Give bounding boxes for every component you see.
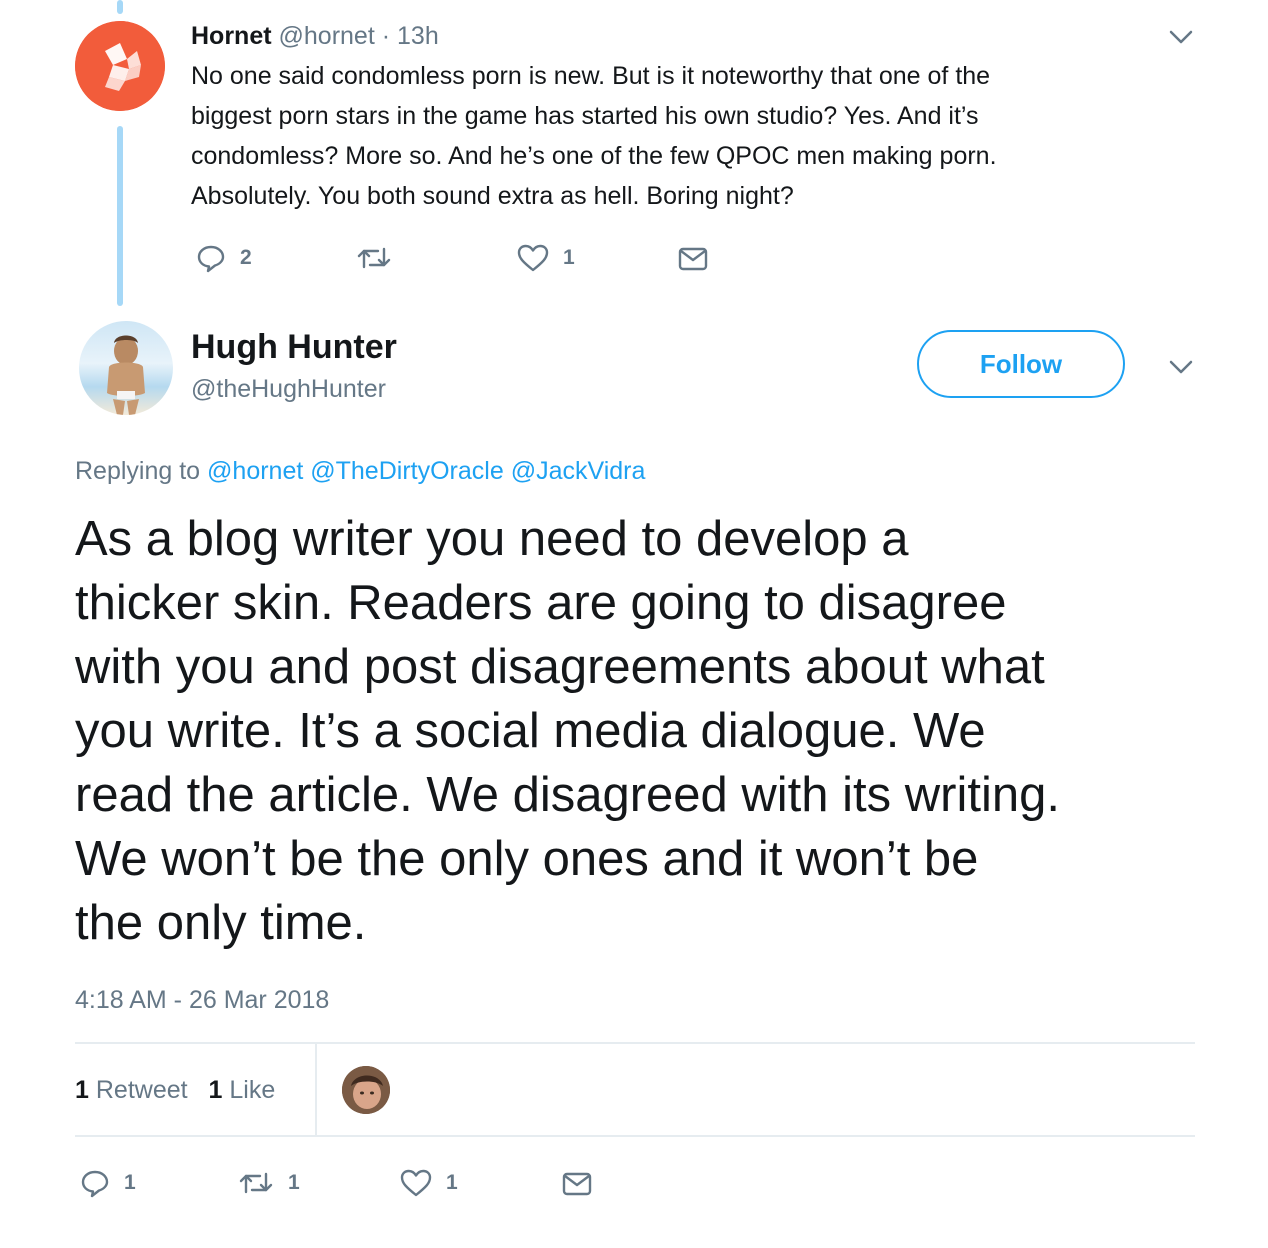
parent-tweet-line: biggest porn stars in the game has start… xyxy=(191,102,979,130)
parent-like-count: 1 xyxy=(563,246,575,269)
tweet-timestamp[interactable]: 4:18 AM - 26 Mar 2018 xyxy=(75,983,329,1017)
hugh-hunter-avatar[interactable] xyxy=(79,321,173,415)
chevron-down-icon xyxy=(1169,30,1193,44)
main-author-handle[interactable]: @theHughHunter xyxy=(191,372,386,406)
reply-icon xyxy=(197,245,225,273)
likes-label: Like xyxy=(229,1076,276,1104)
retweets-count: 1 xyxy=(75,1076,89,1104)
likes-stat[interactable]: 1 Like xyxy=(209,1076,276,1104)
parent-author-handle[interactable]: @hornet xyxy=(279,22,375,50)
main-tweet-line: We won’t be the only ones and it won’t b… xyxy=(75,832,979,886)
replying-to: Replying to @hornet @TheDirtyOracle @Jac… xyxy=(75,454,645,488)
main-retweet-count: 1 xyxy=(288,1171,300,1194)
liker-avatar[interactable] xyxy=(342,1066,390,1114)
main-tweet-line: thicker skin. Readers are going to disag… xyxy=(75,576,1007,630)
parent-retweet-button[interactable] xyxy=(356,243,406,273)
profile-photo-icon xyxy=(107,335,145,415)
likes-count: 1 xyxy=(208,1076,223,1104)
main-retweet-button[interactable]: 1 xyxy=(238,1168,300,1198)
reply-icon xyxy=(81,1170,109,1198)
parent-tweet-header: Hornet @hornet · 13h xyxy=(191,19,439,53)
parent-dm-button[interactable] xyxy=(678,245,708,273)
main-dm-button[interactable] xyxy=(562,1170,592,1198)
main-tweet-menu-button[interactable] xyxy=(1168,358,1194,376)
parent-like-button[interactable]: 1 xyxy=(517,243,575,273)
mention-link[interactable]: @TheDirtyOracle xyxy=(310,457,503,485)
dm-icon xyxy=(678,247,708,271)
main-tweet-line: with you and post disagreements about wh… xyxy=(75,640,1045,694)
like-icon xyxy=(517,244,549,272)
parent-tweet-time[interactable]: 13h xyxy=(397,22,439,50)
parent-tweet-line: condomless? More so. And he’s one of the… xyxy=(191,142,997,170)
parent-tweet-menu-button[interactable] xyxy=(1168,28,1194,46)
main-tweet-line: As a blog writer you need to develop a xyxy=(75,512,909,566)
chevron-down-icon xyxy=(1169,360,1193,374)
main-like-button[interactable]: 1 xyxy=(400,1168,458,1198)
parent-reply-button[interactable]: 2 xyxy=(196,243,252,273)
header-separator: · xyxy=(381,22,391,50)
thread-line xyxy=(117,126,123,306)
stats-divider-bottom xyxy=(75,1135,1195,1137)
parent-tweet-text: No one said condomless porn is new. But … xyxy=(191,56,997,216)
retweets-stat[interactable]: 1 Retweet xyxy=(75,1076,195,1104)
main-author-name[interactable]: Hugh Hunter xyxy=(191,327,397,367)
mention-link[interactable]: @hornet xyxy=(207,457,303,485)
main-tweet-line: the only time. xyxy=(75,896,367,950)
main-reply-button[interactable]: 1 xyxy=(80,1168,136,1198)
main-tweet-line: you write. It’s a social media dialogue.… xyxy=(75,704,986,758)
hornet-logo-icon xyxy=(75,21,165,111)
parent-reply-count: 2 xyxy=(240,246,252,269)
parent-tweet-line: No one said condomless porn is new. But … xyxy=(191,62,991,90)
main-tweet-line: read the article. We disagreed with its … xyxy=(75,768,1060,822)
retweet-icon xyxy=(239,1172,273,1194)
parent-author-name[interactable]: Hornet xyxy=(191,22,272,50)
like-icon xyxy=(400,1169,432,1197)
user-photo-icon xyxy=(342,1066,390,1114)
dm-icon xyxy=(562,1172,592,1196)
parent-tweet-line: Absolutely. You both sound extra as hell… xyxy=(191,182,794,210)
retweet-icon xyxy=(357,247,391,269)
stats-divider-top xyxy=(75,1042,1195,1044)
stats-vertical-divider xyxy=(315,1043,317,1136)
engagement-stats: 1 Retweet 1 Like xyxy=(75,1073,275,1107)
main-like-count: 1 xyxy=(446,1171,458,1194)
mention-link[interactable]: @JackVidra xyxy=(511,457,646,485)
main-tweet-text: As a blog writer you need to develop a t… xyxy=(75,507,1060,955)
hornet-avatar[interactable] xyxy=(75,21,165,111)
follow-button[interactable]: Follow xyxy=(917,330,1125,398)
retweets-label: Retweet xyxy=(95,1076,188,1104)
thread-line-top xyxy=(117,0,123,14)
main-reply-count: 1 xyxy=(124,1171,136,1194)
replying-to-label: Replying to xyxy=(75,457,201,485)
